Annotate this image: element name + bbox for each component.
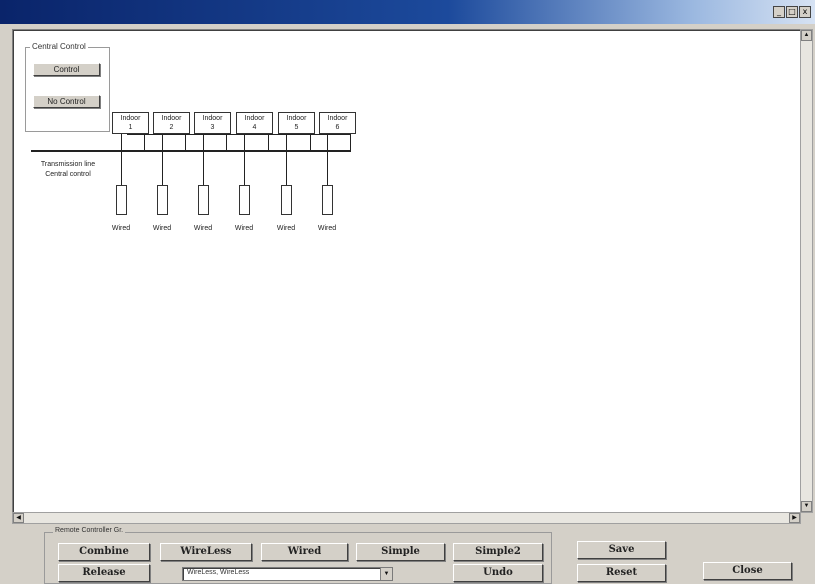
remote-controller-box[interactable] (322, 185, 333, 215)
indoor-unit-number: 3 (210, 124, 215, 131)
remote-type-label: Wired (317, 225, 337, 232)
scroll-left-icon[interactable]: ◀ (13, 513, 24, 523)
indoor-drop-line (144, 134, 145, 151)
transmission-line-text: Transmission line (40, 161, 96, 168)
bus-end-line (350, 134, 351, 151)
indoor-unit-number: 1 (128, 124, 133, 131)
diagram-canvas[interactable]: Central Control Control No Control Indoo… (12, 29, 801, 513)
indoor-unit-name: Indoor (202, 115, 223, 122)
remote-controller-box[interactable] (157, 185, 168, 215)
window-controls: _ □ x (773, 6, 811, 18)
indoor-unit[interactable]: Indoor 6 (319, 112, 356, 134)
remote-wire (162, 134, 163, 185)
indoor-unit-name: Indoor (161, 115, 182, 122)
indoor-unit[interactable]: Indoor 4 (236, 112, 273, 134)
transmission-line-label: Transmission line Central control (35, 160, 101, 180)
indoor-unit-name: Indoor (327, 115, 348, 122)
indoor-unit-number: 6 (335, 124, 340, 131)
simple-button[interactable]: Simple (356, 543, 445, 561)
horizontal-scrollbar[interactable]: ◀ ▶ (12, 512, 801, 524)
central-control-group: Central Control (25, 42, 110, 132)
remote-type-select[interactable]: WireLess, WireLess ▼ (182, 567, 393, 581)
indoor-unit-name: Indoor (120, 115, 141, 122)
undo-button[interactable]: Undo (453, 564, 543, 582)
indoor-unit-number: 4 (252, 124, 257, 131)
scroll-down-icon[interactable]: ▼ (801, 501, 812, 512)
indoor-bus-line (127, 134, 351, 135)
remote-type-label: Wired (111, 225, 131, 232)
close-button[interactable]: Close (703, 562, 792, 580)
minimize-icon[interactable]: _ (773, 6, 785, 18)
indoor-drop-line (310, 134, 311, 151)
scroll-up-icon[interactable]: ▲ (801, 30, 812, 41)
transmission-line (31, 150, 351, 152)
combine-button[interactable]: Combine (58, 543, 150, 561)
indoor-unit-name: Indoor (286, 115, 307, 122)
remote-wire (286, 134, 287, 185)
release-button[interactable]: Release (58, 564, 150, 582)
wireless-button[interactable]: WireLess (160, 543, 252, 561)
remote-controller-group-title: Remote Controller Gr. (53, 527, 126, 534)
chevron-down-icon[interactable]: ▼ (380, 568, 392, 580)
title-bar: _ □ x (0, 0, 815, 24)
remote-type-label: Wired (193, 225, 213, 232)
save-button[interactable]: Save (577, 541, 666, 559)
close-icon[interactable]: x (799, 6, 811, 18)
central-control-title: Central Control (30, 42, 88, 51)
simple2-button[interactable]: Simple2 (453, 543, 543, 561)
remote-type-select-value: WireLess, WireLess (187, 569, 250, 576)
remote-wire (327, 134, 328, 185)
no-control-button[interactable]: No Control (33, 95, 100, 108)
indoor-unit[interactable]: Indoor 3 (194, 112, 231, 134)
vertical-scrollbar[interactable]: ▲ ▼ (800, 29, 813, 513)
control-button[interactable]: Control (33, 63, 100, 76)
indoor-drop-line (226, 134, 227, 151)
indoor-unit[interactable]: Indoor 5 (278, 112, 315, 134)
remote-controller-box[interactable] (198, 185, 209, 215)
indoor-drop-line (185, 134, 186, 151)
remote-type-label: Wired (152, 225, 172, 232)
indoor-unit-name: Indoor (244, 115, 265, 122)
remote-controller-box[interactable] (239, 185, 250, 215)
remote-controller-box[interactable] (281, 185, 292, 215)
remote-wire (244, 134, 245, 185)
remote-type-label: Wired (276, 225, 296, 232)
indoor-drop-line (268, 134, 269, 151)
central-control-text: Central control (45, 171, 91, 178)
wired-button[interactable]: Wired (261, 543, 348, 561)
remote-type-label: Wired (234, 225, 254, 232)
remote-wire (203, 134, 204, 185)
remote-wire (121, 134, 122, 185)
remote-controller-box[interactable] (116, 185, 127, 215)
indoor-unit-number: 5 (294, 124, 299, 131)
indoor-unit[interactable]: Indoor 2 (153, 112, 190, 134)
reset-button[interactable]: Reset (577, 564, 666, 582)
scroll-right-icon[interactable]: ▶ (789, 513, 800, 523)
indoor-unit-number: 2 (169, 124, 174, 131)
maximize-icon[interactable]: □ (786, 6, 798, 18)
indoor-unit[interactable]: Indoor 1 (112, 112, 149, 134)
